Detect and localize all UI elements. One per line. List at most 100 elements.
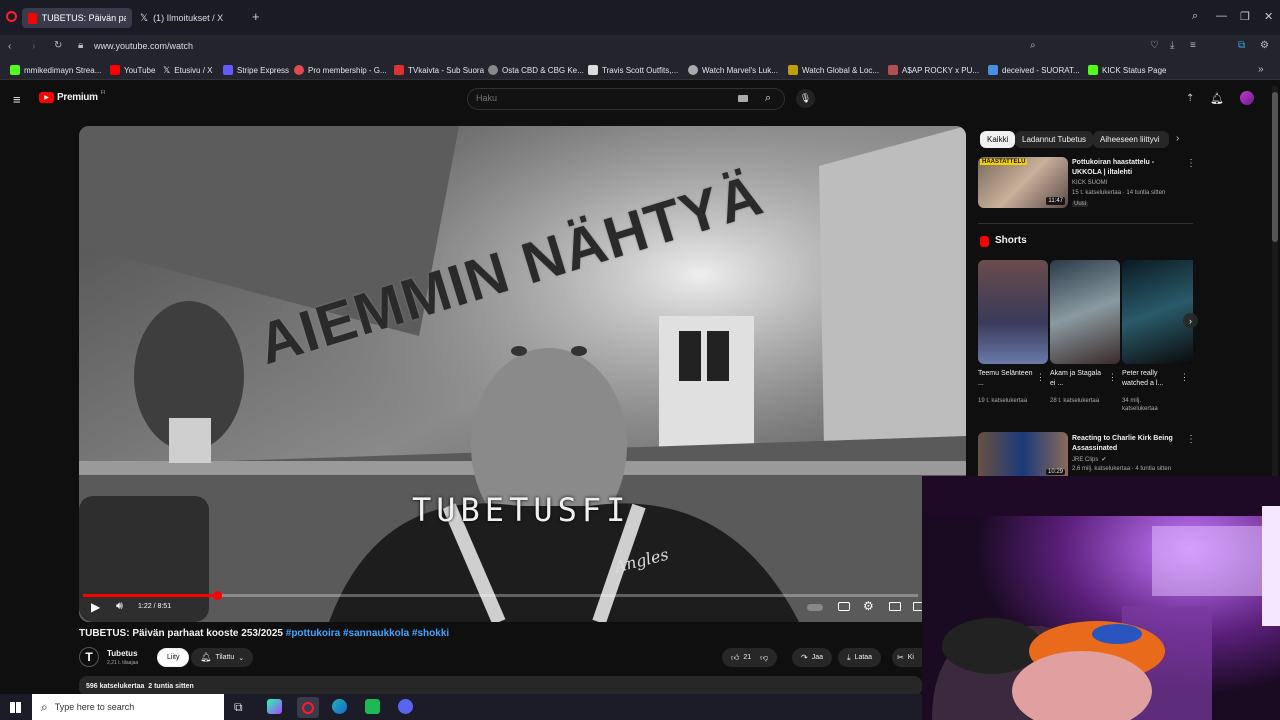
download-icon[interactable]: ⤓	[1170, 40, 1174, 51]
join-button[interactable]: Liity	[157, 648, 190, 667]
youtube-favicon-icon	[28, 12, 37, 24]
bookmark-item[interactable]: 𝕏 Etusivu / X	[163, 65, 213, 76]
maximize-icon[interactable]: ❐	[1240, 10, 1250, 23]
clip-button[interactable]: ✂ Ki	[892, 648, 922, 667]
video-hashtags[interactable]: #pottukoira #sannaukkola #shokki	[286, 628, 449, 639]
related-video-title[interactable]: Reacting to Charlie Kirk Being Assassina…	[1072, 434, 1182, 454]
search-box[interactable]: ⌕	[467, 88, 785, 110]
video-player[interactable]: AIEMMIN NÄHTYÄ TUBETUSFI Angles ▶ 🔊︎ 1:2…	[79, 126, 966, 622]
site-icon	[988, 65, 998, 75]
page-scrollbar[interactable]	[1272, 86, 1278, 476]
chip-related[interactable]: Aiheeseen liittyvi	[1093, 131, 1169, 148]
youtube-play-logo-icon: ▶	[39, 92, 54, 103]
bookmark-item[interactable]: KICK Status Page	[1088, 65, 1166, 75]
channel-name[interactable]: Tubetus	[107, 649, 138, 658]
short-thumbnail[interactable]	[978, 260, 1048, 364]
hamburger-menu-icon[interactable]: ≡	[13, 92, 21, 107]
search-input[interactable]	[476, 93, 726, 103]
bookmark-item[interactable]: Pro membership - G...	[294, 65, 387, 75]
progress-track[interactable]	[83, 591, 918, 600]
extensions-icon[interactable]: ⧉	[1238, 40, 1245, 51]
minimize-icon[interactable]: —	[1216, 10, 1227, 22]
more-options-icon[interactable]: ⋮	[1180, 372, 1189, 383]
close-icon[interactable]: ✕	[1264, 10, 1273, 23]
windows-start-icon[interactable]	[10, 702, 21, 713]
subtitles-icon[interactable]	[838, 602, 850, 611]
progress-scrubber[interactable]	[212, 591, 222, 600]
settings-gear-icon[interactable]: ⚙	[863, 599, 874, 613]
microphone-icon[interactable]: 🎙︎	[796, 89, 815, 108]
edge-icon[interactable]	[332, 699, 347, 714]
settings-icon[interactable]: ⚙	[1260, 40, 1269, 51]
chip-uploaded-by[interactable]: Ladannut Tubetus	[1015, 131, 1094, 148]
subscribed-button[interactable]: 🔔︎ Tilattu ⌄	[191, 648, 254, 667]
url-field[interactable]: www.youtube.com/watch	[94, 41, 193, 51]
related-video-channel[interactable]: JRE Clips ✔	[1072, 456, 1106, 464]
bookmark-item[interactable]: deceived - SUORAT...	[988, 65, 1080, 75]
avatar[interactable]	[1240, 91, 1254, 105]
more-options-icon[interactable]: ⋮	[1036, 372, 1045, 383]
more-options-icon[interactable]: ⋮	[1108, 372, 1117, 383]
more-options-icon[interactable]: ⋮	[1186, 158, 1196, 169]
youtube-logo[interactable]: ▶ Premium FI	[39, 90, 105, 103]
opera-logo-icon	[302, 701, 314, 714]
miniplayer-icon[interactable]	[889, 602, 901, 611]
like-button[interactable]: 👍︎ 21	[731, 653, 751, 663]
search-tabs-icon[interactable]: ⌕	[1192, 10, 1198, 23]
volume-icon[interactable]: 🔊︎	[116, 600, 123, 613]
bookmark-item[interactable]: A$AP ROCKY x PU...	[888, 65, 979, 75]
scrollbar-thumb[interactable]	[1272, 92, 1278, 242]
bookmark-item[interactable]: TVkaivta - Sub Suora	[394, 65, 484, 75]
opera-logo-icon[interactable]	[6, 11, 17, 22]
pinned-app-icon[interactable]	[267, 699, 282, 714]
heart-icon[interactable]: ♡	[1150, 40, 1159, 51]
bookmark-item[interactable]: Watch Global & Loc...	[788, 65, 879, 75]
download-button[interactable]: ⤓ Lataa	[838, 648, 882, 667]
related-video-channel[interactable]: KICK SUOMI	[1072, 180, 1107, 186]
app-green-icon[interactable]	[365, 699, 380, 714]
short-thumbnail[interactable]	[1050, 260, 1120, 364]
shorts-next-icon[interactable]: ›	[1183, 313, 1198, 328]
bookmark-item[interactable]: Osta CBD & CBG Ke...	[488, 65, 584, 75]
chip-all[interactable]: Kaikki	[980, 131, 1016, 148]
channel-avatar[interactable]: T	[79, 647, 99, 667]
task-view-icon[interactable]: ⧉	[234, 700, 243, 715]
short-thumbnail[interactable]	[1122, 260, 1193, 364]
share-button[interactable]: ↷ Jaa	[792, 648, 832, 667]
short-title[interactable]: Teemu Selänteen ...	[978, 369, 1034, 389]
description-box[interactable]	[79, 676, 922, 696]
opera-taskbar-icon[interactable]	[297, 697, 319, 718]
bookmark-item[interactable]: Watch Marvel's Luk...	[688, 65, 778, 75]
taskbar-search-box[interactable]: ⌕ Type here to search	[32, 694, 224, 720]
notifications-bell-icon[interactable]: 🔔︎	[1210, 92, 1224, 105]
related-video-title[interactable]: Pottukoiran haastattelu - UKKOLA | iltal…	[1072, 158, 1176, 178]
bookmark-item[interactable]: Travis Scott Outfits,...	[588, 65, 678, 75]
related-video-thumbnail[interactable]: HAASTATTELU 11:47	[978, 157, 1068, 208]
chips-next-icon[interactable]: ›	[1176, 133, 1179, 144]
share-icon: ↷	[801, 653, 808, 662]
reload-icon[interactable]: ↻	[54, 40, 62, 51]
tab-x-notifications[interactable]: 𝕏 (1) Ilmoitukset / X	[134, 8, 244, 28]
more-bookmarks-icon[interactable]: »	[1258, 64, 1264, 75]
new-tab-icon[interactable]: +	[252, 9, 260, 24]
tab-youtube[interactable]: TUBETUS: Päivän parhaat	[22, 8, 132, 28]
bookmark-item[interactable]: mmikedimayn Strea...	[10, 65, 101, 75]
play-icon[interactable]: ▶	[91, 600, 100, 614]
upload-icon[interactable]: ⇡	[1186, 93, 1194, 104]
more-options-icon[interactable]: ⋮	[1186, 434, 1196, 445]
lens-icon[interactable]: ⌕	[1030, 40, 1036, 51]
keyboard-icon[interactable]	[738, 95, 748, 102]
related-video-thumbnail[interactable]: 10:29	[978, 432, 1068, 476]
short-title[interactable]: Akam ja Stagala ei ...	[1050, 369, 1106, 389]
search-icon[interactable]: ⌕	[765, 92, 771, 105]
back-icon[interactable]: ‹	[8, 41, 11, 52]
forward-icon[interactable]: ›	[32, 41, 35, 52]
bookmark-item[interactable]: Stripe Express	[223, 65, 289, 75]
discord-icon[interactable]	[398, 699, 413, 714]
menu-icon[interactable]: ≡	[1190, 40, 1196, 51]
dislike-button[interactable]: 👎︎	[760, 653, 768, 663]
taskbar-search-placeholder: Type here to search	[54, 702, 135, 712]
short-title[interactable]: Peter really watched a l...	[1122, 369, 1178, 389]
autoplay-toggle[interactable]	[807, 604, 823, 611]
bookmark-item[interactable]: YouTube	[110, 65, 155, 75]
